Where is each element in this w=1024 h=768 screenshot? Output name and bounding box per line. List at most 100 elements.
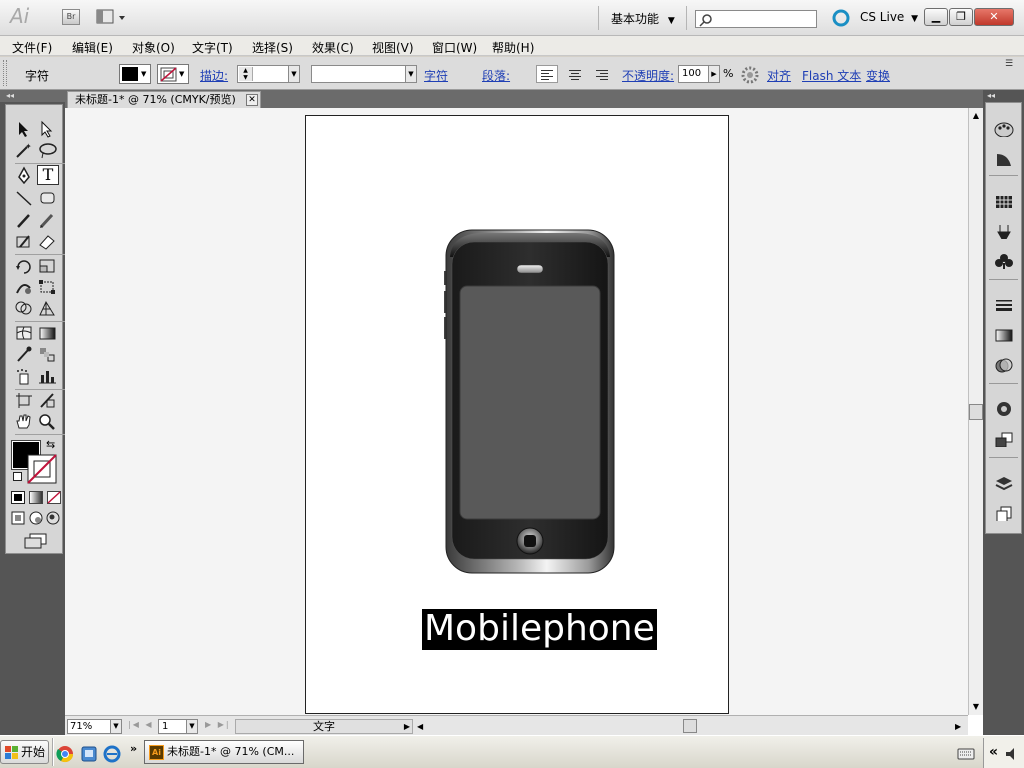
swatches-icon[interactable]: [994, 194, 1014, 210]
next-last-artboard-icon[interactable]: ▶ ▶|: [205, 720, 231, 729]
align-link[interactable]: 对齐: [767, 67, 791, 84]
artboard-number-field[interactable]: 1 ▼: [158, 719, 198, 734]
close-button[interactable]: ✕: [974, 8, 1014, 26]
cs-live-menu[interactable]: CS Live ▼: [860, 10, 918, 24]
horizontal-scroll-thumb[interactable]: [683, 719, 697, 733]
color-mode-button[interactable]: [11, 491, 25, 504]
recolor-artwork-icon[interactable]: [741, 66, 759, 84]
scroll-left-icon[interactable]: ◀: [417, 719, 427, 734]
document-tab[interactable]: 未标题-1* @ 71% (CMYK/预览) ✕: [67, 91, 261, 108]
symbol-sprayer-tool-icon[interactable]: [14, 367, 34, 385]
scroll-thumb[interactable]: [969, 404, 983, 420]
speaker-icon[interactable]: [1004, 746, 1020, 762]
keyboard-icon[interactable]: [957, 746, 975, 762]
pen-tool-icon[interactable]: [14, 166, 34, 184]
gradient-panel-icon[interactable]: [994, 327, 1014, 343]
free-transform-tool-icon[interactable]: [37, 278, 57, 296]
type-tool-icon[interactable]: T: [37, 165, 59, 185]
gradient-tool-icon[interactable]: [37, 324, 57, 342]
screen-mode-icon[interactable]: [23, 533, 49, 549]
drawing-modes-icon[interactable]: [11, 510, 61, 526]
character-panel-link[interactable]: 字符: [424, 67, 448, 84]
pencil-tool-icon[interactable]: [37, 211, 57, 229]
chevron-right-icon[interactable]: »: [130, 742, 137, 755]
flash-text-link[interactable]: Flash 文本: [802, 67, 861, 84]
double-chevron-left-icon[interactable]: ◂◂: [987, 91, 995, 100]
chevron-down-icon[interactable]: ▼: [405, 66, 416, 82]
collapse-tools-button[interactable]: ◂◂: [0, 90, 65, 102]
swap-fill-stroke-icon[interactable]: ⇆: [46, 438, 55, 451]
perspective-grid-tool-icon[interactable]: [37, 299, 57, 317]
warp-tool-icon[interactable]: [14, 278, 34, 296]
menu-effect[interactable]: 效果(C): [312, 39, 354, 56]
scroll-down-icon[interactable]: ▼: [970, 700, 982, 714]
artboard[interactable]: Mobilephone: [305, 115, 729, 714]
stroke-color-box[interactable]: [27, 454, 57, 484]
layers-icon[interactable]: [994, 475, 1014, 491]
hand-tool-icon[interactable]: [14, 412, 34, 430]
transform-link[interactable]: 变换: [866, 67, 890, 84]
stroke-panel-icon[interactable]: [994, 297, 1014, 313]
bridge-button[interactable]: Br: [62, 9, 80, 25]
stroke-link[interactable]: 描边:: [200, 67, 228, 84]
eraser-tool-icon[interactable]: [37, 232, 57, 250]
gradient-mode-button[interactable]: [29, 491, 43, 504]
color-guide-icon[interactable]: [994, 150, 1014, 166]
vertical-scrollbar[interactable]: ▲ ▼: [968, 108, 983, 715]
chrome-icon[interactable]: [56, 745, 74, 763]
slice-tool-icon[interactable]: [37, 391, 57, 409]
arrange-documents-button[interactable]: [96, 8, 128, 26]
shape-builder-tool-icon[interactable]: [14, 299, 34, 317]
align-center-button[interactable]: [564, 65, 586, 83]
internet-explorer-icon[interactable]: [103, 745, 121, 763]
blob-brush-tool-icon[interactable]: [14, 232, 34, 250]
menu-type[interactable]: 文字(T): [192, 39, 233, 56]
mesh-tool-icon[interactable]: [14, 324, 34, 342]
artboards-icon[interactable]: [994, 505, 1014, 521]
zoom-dropdown[interactable]: 71% ▼: [67, 719, 122, 734]
rotate-tool-icon[interactable]: [14, 257, 34, 275]
taskbar-illustrator-window[interactable]: Ai 未标题-1* @ 71% (CM...: [144, 740, 304, 764]
status-display[interactable]: 文字 ▶: [235, 719, 413, 734]
zoom-tool-icon[interactable]: [37, 412, 57, 430]
show-hidden-icons-button[interactable]: «: [989, 744, 998, 760]
minimize-button[interactable]: ▁: [924, 8, 948, 26]
artwork-text[interactable]: Mobilephone: [422, 609, 657, 650]
menu-edit[interactable]: 编辑(E): [72, 39, 113, 56]
fill-color-swatch[interactable]: ▼: [119, 64, 151, 84]
scroll-right-icon[interactable]: ▶: [955, 719, 965, 734]
panel-menu-icon[interactable]: ☰: [1005, 59, 1013, 69]
rectangle-tool-icon[interactable]: [37, 189, 57, 207]
magic-wand-tool-icon[interactable]: ✦: [14, 141, 34, 159]
stroke-weight-field[interactable]: ▲ ▼ ▼: [237, 65, 300, 83]
stepper-icon[interactable]: ▲ ▼: [239, 67, 253, 81]
restore-button[interactable]: ❐: [949, 8, 973, 26]
chevron-right-icon[interactable]: ▶: [708, 66, 719, 82]
blend-tool-icon[interactable]: [37, 345, 57, 363]
eyedropper-tool-icon[interactable]: [14, 345, 34, 363]
align-left-button[interactable]: [536, 65, 558, 83]
graphic-styles-icon[interactable]: [994, 431, 1014, 447]
menu-object[interactable]: 对象(O): [132, 39, 175, 56]
none-mode-button[interactable]: [47, 491, 61, 504]
menu-help[interactable]: 帮助(H): [492, 39, 534, 56]
menu-select[interactable]: 选择(S): [252, 39, 293, 56]
symbols-icon[interactable]: [994, 253, 1014, 269]
direct-selection-tool-icon[interactable]: [37, 120, 57, 138]
lasso-tool-icon[interactable]: [37, 141, 57, 159]
scale-tool-icon[interactable]: [37, 257, 57, 275]
appearance-icon[interactable]: [994, 401, 1014, 417]
scroll-up-icon[interactable]: ▲: [970, 109, 982, 123]
menu-view[interactable]: 视图(V): [372, 39, 414, 56]
show-desktop-icon[interactable]: [80, 745, 98, 763]
opacity-link[interactable]: 不透明度:: [622, 67, 674, 84]
mobile-phone-illustration[interactable]: [444, 229, 616, 575]
opacity-field[interactable]: 100 ▶: [678, 65, 720, 83]
line-segment-tool-icon[interactable]: [14, 189, 34, 207]
color-palette-icon[interactable]: [994, 121, 1014, 137]
paintbrush-tool-icon[interactable]: [14, 211, 34, 229]
menu-file[interactable]: 文件(F): [12, 39, 52, 56]
brushes-icon[interactable]: [994, 223, 1014, 239]
chevron-down-icon[interactable]: ▼: [288, 66, 299, 82]
column-graph-tool-icon[interactable]: [37, 367, 57, 385]
